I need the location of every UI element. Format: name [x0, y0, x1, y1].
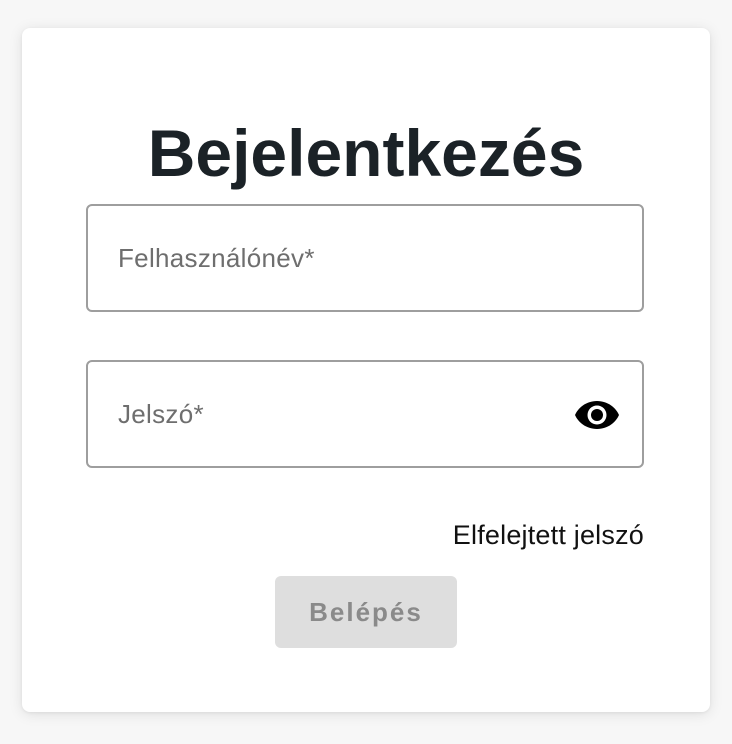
username-field[interactable] — [86, 204, 644, 312]
login-card: Bejelentkezés Elfelejtett jelszó Belépés — [22, 28, 710, 712]
username-input[interactable] — [118, 206, 568, 310]
eye-icon[interactable] — [574, 399, 620, 431]
forgot-password-link[interactable]: Elfelejtett jelszó — [453, 520, 644, 551]
page-title: Bejelentkezés — [147, 116, 585, 190]
password-field[interactable] — [86, 360, 644, 468]
password-input[interactable] — [118, 362, 568, 466]
login-button[interactable]: Belépés — [275, 576, 457, 648]
